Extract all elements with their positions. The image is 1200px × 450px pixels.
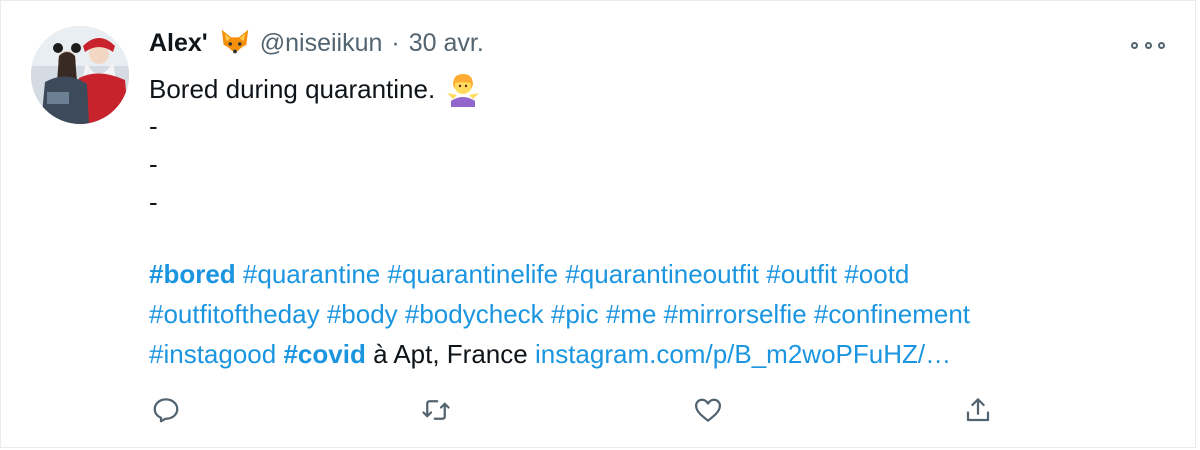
hashtag-link[interactable]: #outfit (766, 259, 837, 289)
hashtag-link[interactable]: #pic (551, 299, 599, 329)
display-name[interactable]: Alex' (149, 29, 208, 58)
hashtag-line: #bored #quarantine #quarantinelife #quar… (149, 259, 909, 289)
tweet-date[interactable]: 30 avr. (409, 29, 484, 58)
hashtag-link[interactable]: #quarantinelife (388, 259, 559, 289)
heart-icon (695, 398, 721, 422)
tweet-text: Bored during quarantine. (149, 74, 436, 104)
hashtag-link[interactable]: #ootd (844, 259, 909, 289)
hashtag-line: #outfitoftheday #body #bodycheck #pic #m… (149, 299, 970, 329)
tweet-header: Alex' @niseiikun · 30 avr. (149, 23, 484, 63)
hashtag-link[interactable]: #confinement (814, 299, 970, 329)
hashtag-line: #instagood #covid à Apt, France instagra… (149, 339, 951, 369)
separator-dot: · (391, 28, 400, 57)
tweet-dash: - (149, 149, 158, 179)
share-button[interactable] (961, 393, 995, 427)
person-shrugging-icon (445, 71, 481, 107)
reply-button[interactable] (149, 393, 183, 427)
hashtag-link[interactable]: #me (606, 299, 657, 329)
avatar[interactable] (31, 26, 129, 124)
retweet-button[interactable] (419, 393, 453, 427)
external-link[interactable]: instagram.com/p/B_m2woPFuHZ/… (535, 339, 951, 369)
hashtag-link[interactable]: #quarantineoutfit (565, 259, 759, 289)
location-text: à Apt, France (373, 339, 528, 369)
retweet-icon (422, 400, 450, 420)
hashtag-link[interactable]: #bored (149, 259, 236, 289)
hashtag-link[interactable]: #quarantine (243, 259, 380, 289)
hashtag-link[interactable]: #instagood (149, 339, 276, 369)
more-options-icon[interactable] (1131, 40, 1165, 50)
hashtag-link[interactable]: #outfitoftheday (149, 299, 320, 329)
tweet-dash: - (149, 187, 158, 217)
hashtag-link[interactable]: #covid (283, 339, 365, 369)
hashtag-link[interactable]: #mirrorselfie (664, 299, 807, 329)
tweet-dash: - (149, 111, 158, 141)
like-button[interactable] (691, 393, 725, 427)
hashtag-link[interactable]: #body (327, 299, 398, 329)
tweet-card[interactable]: Alex' @niseiikun · 30 avr. Bored during … (0, 0, 1196, 448)
hashtag-link[interactable]: #bodycheck (405, 299, 544, 329)
fox-face-icon (218, 26, 252, 60)
avatar-image (31, 26, 129, 124)
reply-icon (153, 398, 179, 423)
share-icon (966, 398, 990, 422)
user-handle[interactable]: @niseiikun (260, 29, 383, 58)
tweet-text-line: Bored during quarantine. (149, 71, 481, 107)
